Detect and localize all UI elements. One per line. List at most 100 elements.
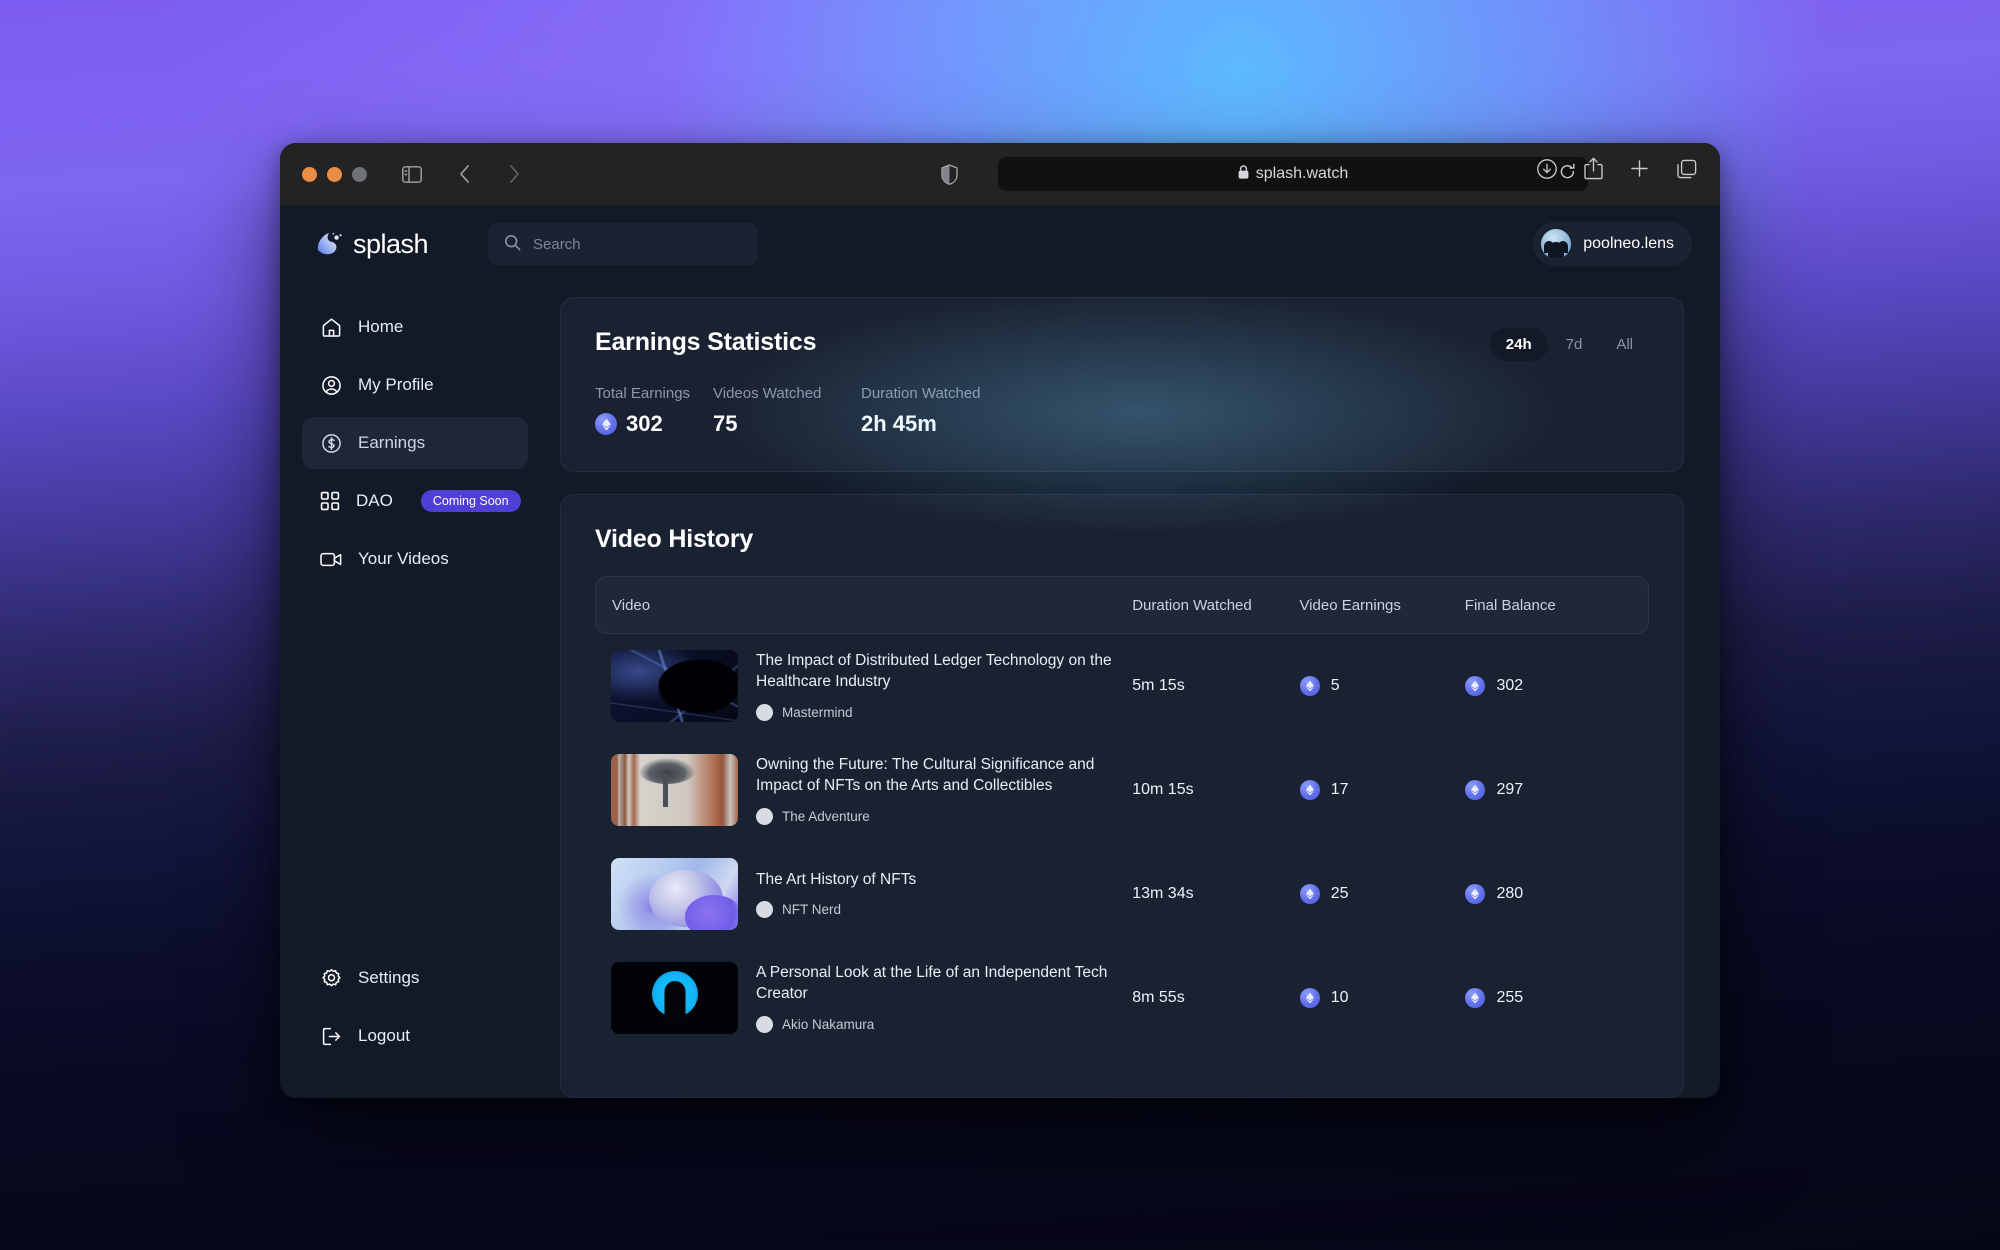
address-bar-url: splash.watch [1255, 165, 1349, 182]
final-balance-value: 255 [1496, 989, 1524, 1006]
channel-avatar-icon [756, 1015, 773, 1033]
video-history-title: Video History [595, 525, 754, 553]
channel-avatar-icon [756, 703, 773, 721]
channel-name: The Adventure [782, 808, 870, 824]
video-thumbnail[interactable] [611, 858, 738, 930]
browser-titlebar: splash.watch [280, 143, 1720, 205]
share-icon[interactable] [1584, 157, 1603, 185]
video-camera-icon [320, 548, 342, 570]
video-thumbnail[interactable] [611, 650, 738, 722]
main-content: Earnings Statistics 24h 7d All Total Ear… [550, 283, 1720, 1098]
earnings-statistics-card: Earnings Statistics 24h 7d All Total Ear… [560, 297, 1684, 472]
range-option-7d[interactable]: 7d [1550, 328, 1599, 361]
user-menu[interactable]: poolneo.lens [1533, 222, 1692, 266]
brand-name: splash [353, 228, 429, 259]
video-cell[interactable]: Owning the Future: The Cultural Signific… [611, 754, 1132, 826]
channel-avatar-icon [756, 807, 773, 825]
sidebar-item-my-profile[interactable]: My Profile [302, 359, 528, 411]
minimize-window-button[interactable] [327, 166, 342, 182]
sidebar-item-logout[interactable]: Logout [302, 1010, 528, 1062]
channel-name: NFT Nerd [782, 902, 842, 918]
video-cell[interactable]: The Impact of Distributed Ledger Technol… [611, 650, 1132, 722]
column-header-duration: Duration Watched [1132, 596, 1252, 614]
sidebar-item-settings[interactable]: Settings [302, 952, 528, 1004]
video-earnings-value: 10 [1330, 989, 1349, 1006]
splash-app: splash poolneo.lens [280, 205, 1720, 1098]
sidebar-item-label: DAO [356, 491, 393, 510]
column-header-earnings: Video Earnings [1299, 596, 1401, 614]
duration-watched: 8m 55s [1132, 989, 1185, 1006]
logout-icon [320, 1025, 342, 1047]
table-row[interactable]: The Impact of Distributed Ledger Technol… [595, 634, 1649, 738]
sidebar-item-earnings[interactable]: Earnings [302, 417, 528, 469]
table-row[interactable]: A Personal Look at the Life of an Indepe… [595, 946, 1649, 1050]
stat-value-wrap: 302 [595, 411, 713, 437]
video-earnings: 17 [1299, 780, 1466, 800]
sidebar-toggle-icon[interactable] [393, 157, 431, 191]
eth-coin-icon [1299, 780, 1320, 800]
stats-row: Total Earnings 302 Videos Watched 75 Dur… [595, 385, 1649, 437]
video-title: The Impact of Distributed Ledger Technol… [756, 652, 1112, 690]
range-option-24h[interactable]: 24h [1489, 328, 1548, 361]
lock-icon [1238, 164, 1249, 184]
page-title: Earnings Statistics [595, 328, 817, 356]
sidebar-item-dao[interactable]: DAO Coming Soon [302, 475, 528, 527]
video-earnings: 25 [1299, 884, 1466, 904]
zoom-window-button[interactable] [352, 166, 367, 182]
gear-icon [320, 967, 342, 989]
eth-coin-icon [1299, 676, 1320, 696]
eth-coin-icon [1465, 988, 1486, 1008]
video-thumbnail[interactable] [611, 962, 738, 1034]
final-balance: 297 [1465, 780, 1633, 800]
brand-logo[interactable]: splash [314, 229, 464, 260]
forward-icon[interactable] [495, 157, 533, 191]
video-thumbnail[interactable] [611, 754, 738, 826]
user-handle: poolneo.lens [1583, 235, 1674, 252]
video-earnings-value: 25 [1330, 885, 1349, 902]
tab-overview-icon[interactable] [1676, 158, 1698, 185]
download-icon[interactable] [1536, 158, 1558, 185]
avatar [1541, 229, 1572, 259]
video-cell[interactable]: A Personal Look at the Life of an Indepe… [611, 962, 1132, 1034]
sidebar-item-label: Settings [358, 968, 420, 987]
search-bar[interactable] [488, 223, 758, 265]
final-balance: 255 [1465, 988, 1633, 1008]
video-earnings: 10 [1299, 988, 1466, 1008]
stat-duration-watched: Duration Watched 2h 45m [861, 385, 981, 437]
video-cell[interactable]: The Art History of NFTs NFT Nerd [611, 858, 1132, 930]
eth-coin-icon [1465, 676, 1486, 696]
video-earnings-value: 17 [1330, 781, 1349, 798]
time-range-toggle[interactable]: 24h 7d All [1489, 328, 1649, 361]
final-balance-value: 302 [1496, 677, 1524, 694]
address-bar[interactable]: splash.watch [998, 157, 1588, 191]
new-tab-icon[interactable] [1629, 158, 1650, 184]
search-input[interactable] [533, 235, 723, 253]
eth-coin-icon [1465, 780, 1486, 800]
stat-value: 302 [626, 411, 663, 436]
table-row[interactable]: Owning the Future: The Cultural Signific… [595, 738, 1649, 842]
stat-value: 2h 45m [861, 411, 937, 436]
eth-coin-icon [1299, 988, 1320, 1008]
sidebar-item-label: Logout [358, 1026, 410, 1045]
sidebar-item-your-videos[interactable]: Your Videos [302, 533, 528, 585]
duration-watched: 13m 34s [1132, 885, 1194, 902]
sidebar-item-home[interactable]: Home [302, 301, 528, 353]
close-window-button[interactable] [302, 166, 317, 182]
channel-name: Mastermind [782, 704, 853, 720]
table-row[interactable]: The Art History of NFTs NFT Nerd 13m 34s [595, 842, 1649, 946]
window-traffic-lights[interactable] [302, 166, 367, 182]
video-title: The Art History of NFTs [756, 870, 917, 888]
search-icon [504, 234, 521, 255]
user-circle-icon [320, 374, 342, 396]
desktop-wallpaper: splash.watch splash Search poolneo.lens … [0, 0, 2000, 1250]
range-option-all[interactable]: All [1600, 328, 1649, 361]
eth-coin-icon [595, 413, 617, 435]
back-icon[interactable] [445, 157, 483, 191]
dollar-coin-icon [320, 432, 342, 454]
stat-label: Videos Watched [713, 385, 822, 402]
browser-window: splash.watch splash Search poolneo.lens … [280, 143, 1720, 1098]
sidebar: Home My Profile Earnings DAO Coming Soon… [280, 283, 550, 1098]
shield-icon[interactable] [930, 157, 968, 191]
stat-value: 75 [713, 411, 738, 436]
